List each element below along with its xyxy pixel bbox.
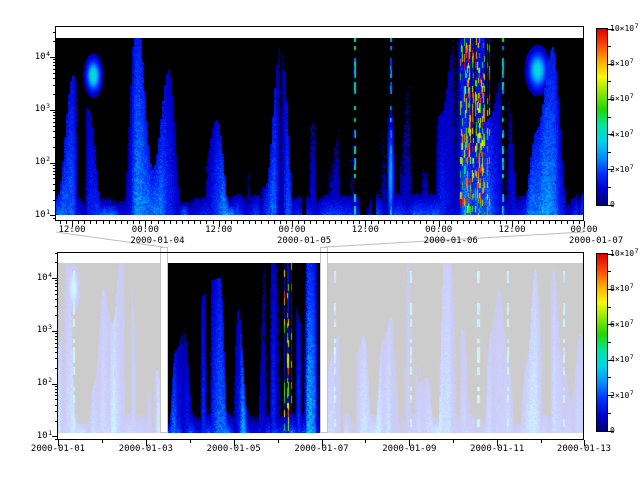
y-tick-minor xyxy=(55,392,57,393)
colorbar-tick-label: 6×107 xyxy=(610,320,634,330)
y-tick-minor xyxy=(55,405,57,406)
y-tick-minor xyxy=(55,253,57,254)
y-tick-minor xyxy=(55,283,57,284)
colorbar-tick-minor xyxy=(608,307,611,308)
y-tick-major xyxy=(52,384,57,385)
y-tick-minor xyxy=(55,315,57,316)
y-tick-minor xyxy=(55,395,57,396)
exponent: 1 xyxy=(48,429,52,437)
colorbar-tick-label: 10×107 xyxy=(610,249,639,259)
colorbar-tick-minor xyxy=(608,413,611,414)
y-tick-minor xyxy=(55,347,57,348)
y-tick-minor xyxy=(55,336,57,337)
colorbar-tick-minor xyxy=(608,377,611,378)
y-tick-label: 102 xyxy=(30,378,52,388)
exponent: 7 xyxy=(630,318,634,326)
figure: 10410310210112:0000:002000-01-0412:0000:… xyxy=(0,0,640,480)
x-tick-minor xyxy=(102,440,103,443)
x-tick-date-label: 2000-01-09 xyxy=(378,444,440,454)
y-tick-minor xyxy=(55,352,57,353)
y-tick-label: 103 xyxy=(30,325,52,335)
y-tick-minor xyxy=(55,389,57,390)
x-tick-minor xyxy=(541,440,542,443)
exponent: 7 xyxy=(630,282,634,290)
x-tick-minor xyxy=(453,440,454,443)
y-tick-minor xyxy=(55,411,57,412)
x-tick-date-label: 2000-01-11 xyxy=(466,444,528,454)
x-tick-minor xyxy=(190,440,191,443)
exponent: 2 xyxy=(48,376,52,384)
y-tick-minor xyxy=(55,294,57,295)
y-tick-minor xyxy=(55,280,57,281)
y-tick-minor xyxy=(55,306,57,307)
overview-colorbar-gradient xyxy=(596,253,608,432)
colorbar-tick-label: 2×107 xyxy=(610,391,634,401)
y-tick-label: 101 xyxy=(30,431,52,441)
x-tick-minor xyxy=(365,440,366,443)
y-tick-minor xyxy=(55,343,57,344)
colorbar-tick-label: 8×107 xyxy=(610,284,634,294)
y-tick-major xyxy=(52,278,57,279)
y-tick-major xyxy=(52,436,57,437)
y-tick-minor xyxy=(55,439,57,440)
x-tick-date-label: 2000-01-01 xyxy=(27,444,89,454)
colorbar-tick-label: 0 xyxy=(610,426,615,435)
y-tick-minor xyxy=(55,399,57,400)
y-tick-minor xyxy=(55,299,57,300)
x-tick-date-label: 2000-01-03 xyxy=(115,444,177,454)
exponent: 7 xyxy=(630,353,634,361)
exponent: 7 xyxy=(635,247,639,255)
y-tick-minor xyxy=(55,290,57,291)
colorbar-tick-minor xyxy=(608,342,611,343)
y-tick-minor xyxy=(55,386,57,387)
y-tick-minor xyxy=(55,368,57,369)
x-tick-date-label: 2000-01-07 xyxy=(291,444,353,454)
y-tick-minor xyxy=(55,358,57,359)
x-tick-date-label: 2000-01-05 xyxy=(203,444,265,454)
y-tick-label: 104 xyxy=(30,273,52,283)
colorbar-tick-minor xyxy=(608,271,611,272)
exponent: 3 xyxy=(48,323,52,331)
exponent: 7 xyxy=(630,389,634,397)
overview-plot-frame xyxy=(57,252,584,440)
overview-panel: 1041031021012000-01-012000-01-032000-01-… xyxy=(0,0,640,480)
y-tick-minor xyxy=(55,339,57,340)
y-tick-minor xyxy=(55,262,57,263)
y-tick-major xyxy=(52,331,57,332)
exponent: 4 xyxy=(48,271,52,279)
y-tick-minor xyxy=(55,333,57,334)
y-tick-minor xyxy=(55,421,57,422)
x-tick-minor xyxy=(278,440,279,443)
colorbar-tick-label: 4×107 xyxy=(610,355,634,365)
y-tick-minor xyxy=(55,286,57,287)
x-tick-date-label: 2000-01-13 xyxy=(553,444,615,454)
